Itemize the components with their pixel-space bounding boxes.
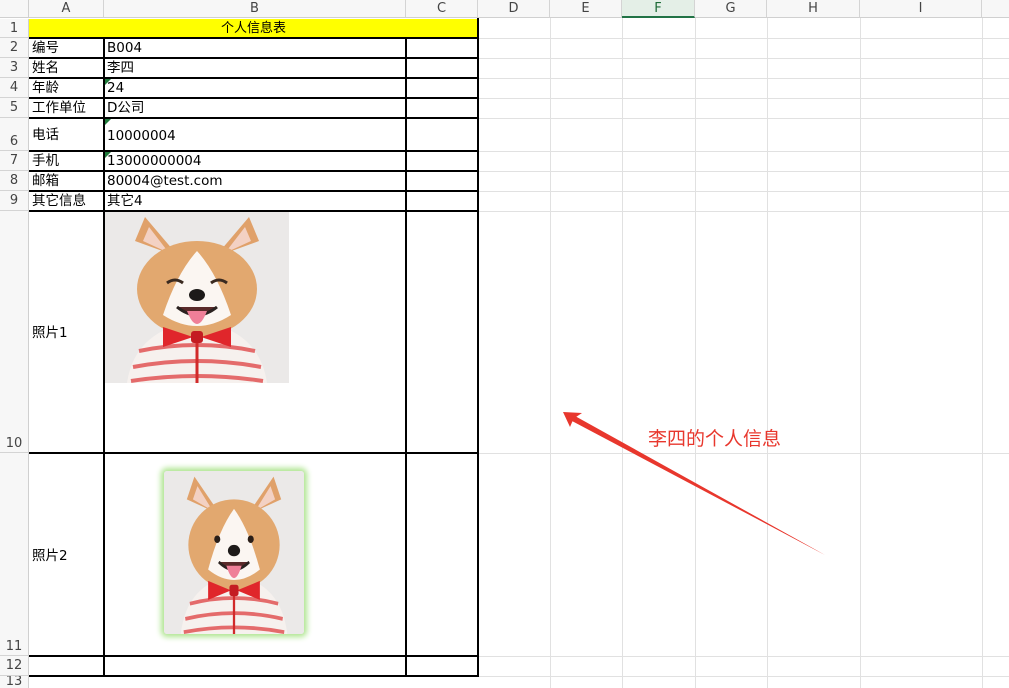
label-company[interactable]: 工作单位 — [32, 99, 86, 118]
column-header-e[interactable]: E — [550, 0, 622, 18]
column-header-i[interactable]: I — [860, 0, 982, 18]
value-company[interactable]: D公司 — [107, 99, 144, 118]
column-header-d[interactable]: D — [478, 0, 550, 18]
value-phone[interactable]: 10000004 — [107, 127, 176, 146]
row-header-7[interactable]: 7 — [0, 151, 29, 171]
label-email[interactable]: 邮箱 — [32, 172, 59, 191]
number-as-text-marker-icon — [105, 79, 111, 85]
row-header-2[interactable]: 2 — [0, 38, 29, 58]
label-other[interactable]: 其它信息 — [32, 192, 86, 211]
value-other[interactable]: 其它4 — [107, 192, 143, 211]
row-header-13[interactable]: 13 — [0, 676, 29, 688]
value-name[interactable]: 李四 — [107, 59, 134, 78]
dog-photo-icon[interactable] — [164, 471, 304, 634]
label-age[interactable]: 年龄 — [32, 79, 59, 98]
column-header-f[interactable]: F — [622, 0, 695, 18]
value-mobile[interactable]: 13000000004 — [107, 152, 201, 171]
column-header-overflow[interactable] — [982, 0, 1009, 18]
column-header-b[interactable]: B — [104, 0, 406, 18]
label-photo-2[interactable]: 照片2 — [32, 547, 68, 566]
label-id[interactable]: 编号 — [32, 39, 59, 58]
table-title-cell[interactable]: 个人信息表 — [29, 19, 478, 38]
value-id[interactable]: B004 — [107, 39, 142, 58]
row-header-4[interactable]: 4 — [0, 78, 29, 98]
column-header-h[interactable]: H — [767, 0, 860, 18]
select-all-corner[interactable] — [0, 0, 29, 18]
row-header-6[interactable]: 6 — [0, 118, 29, 151]
column-header-a[interactable]: A — [29, 0, 104, 18]
number-as-text-marker-icon — [105, 119, 111, 125]
label-photo-1[interactable]: 照片1 — [32, 324, 68, 343]
number-as-text-marker-icon — [105, 152, 111, 158]
dog-photo-icon[interactable] — [105, 211, 289, 383]
row-header-9[interactable]: 9 — [0, 191, 29, 211]
column-header-g[interactable]: G — [695, 0, 767, 18]
label-name[interactable]: 姓名 — [32, 59, 59, 78]
row-header-8[interactable]: 8 — [0, 171, 29, 191]
row-header-3[interactable]: 3 — [0, 58, 29, 78]
row-header-12[interactable]: 12 — [0, 656, 29, 676]
label-mobile[interactable]: 手机 — [32, 152, 59, 171]
annotation-text[interactable]: 李四的个人信息 — [648, 428, 781, 450]
row-header-10[interactable]: 10 — [0, 211, 29, 453]
label-phone[interactable]: 电话 — [32, 126, 59, 145]
column-header-c[interactable]: C — [406, 0, 478, 18]
value-email[interactable]: 80004@test.com — [107, 172, 223, 191]
row-header-5[interactable]: 5 — [0, 98, 29, 118]
row-header-11[interactable]: 11 — [0, 453, 29, 656]
row-header-1[interactable]: 1 — [0, 19, 29, 38]
